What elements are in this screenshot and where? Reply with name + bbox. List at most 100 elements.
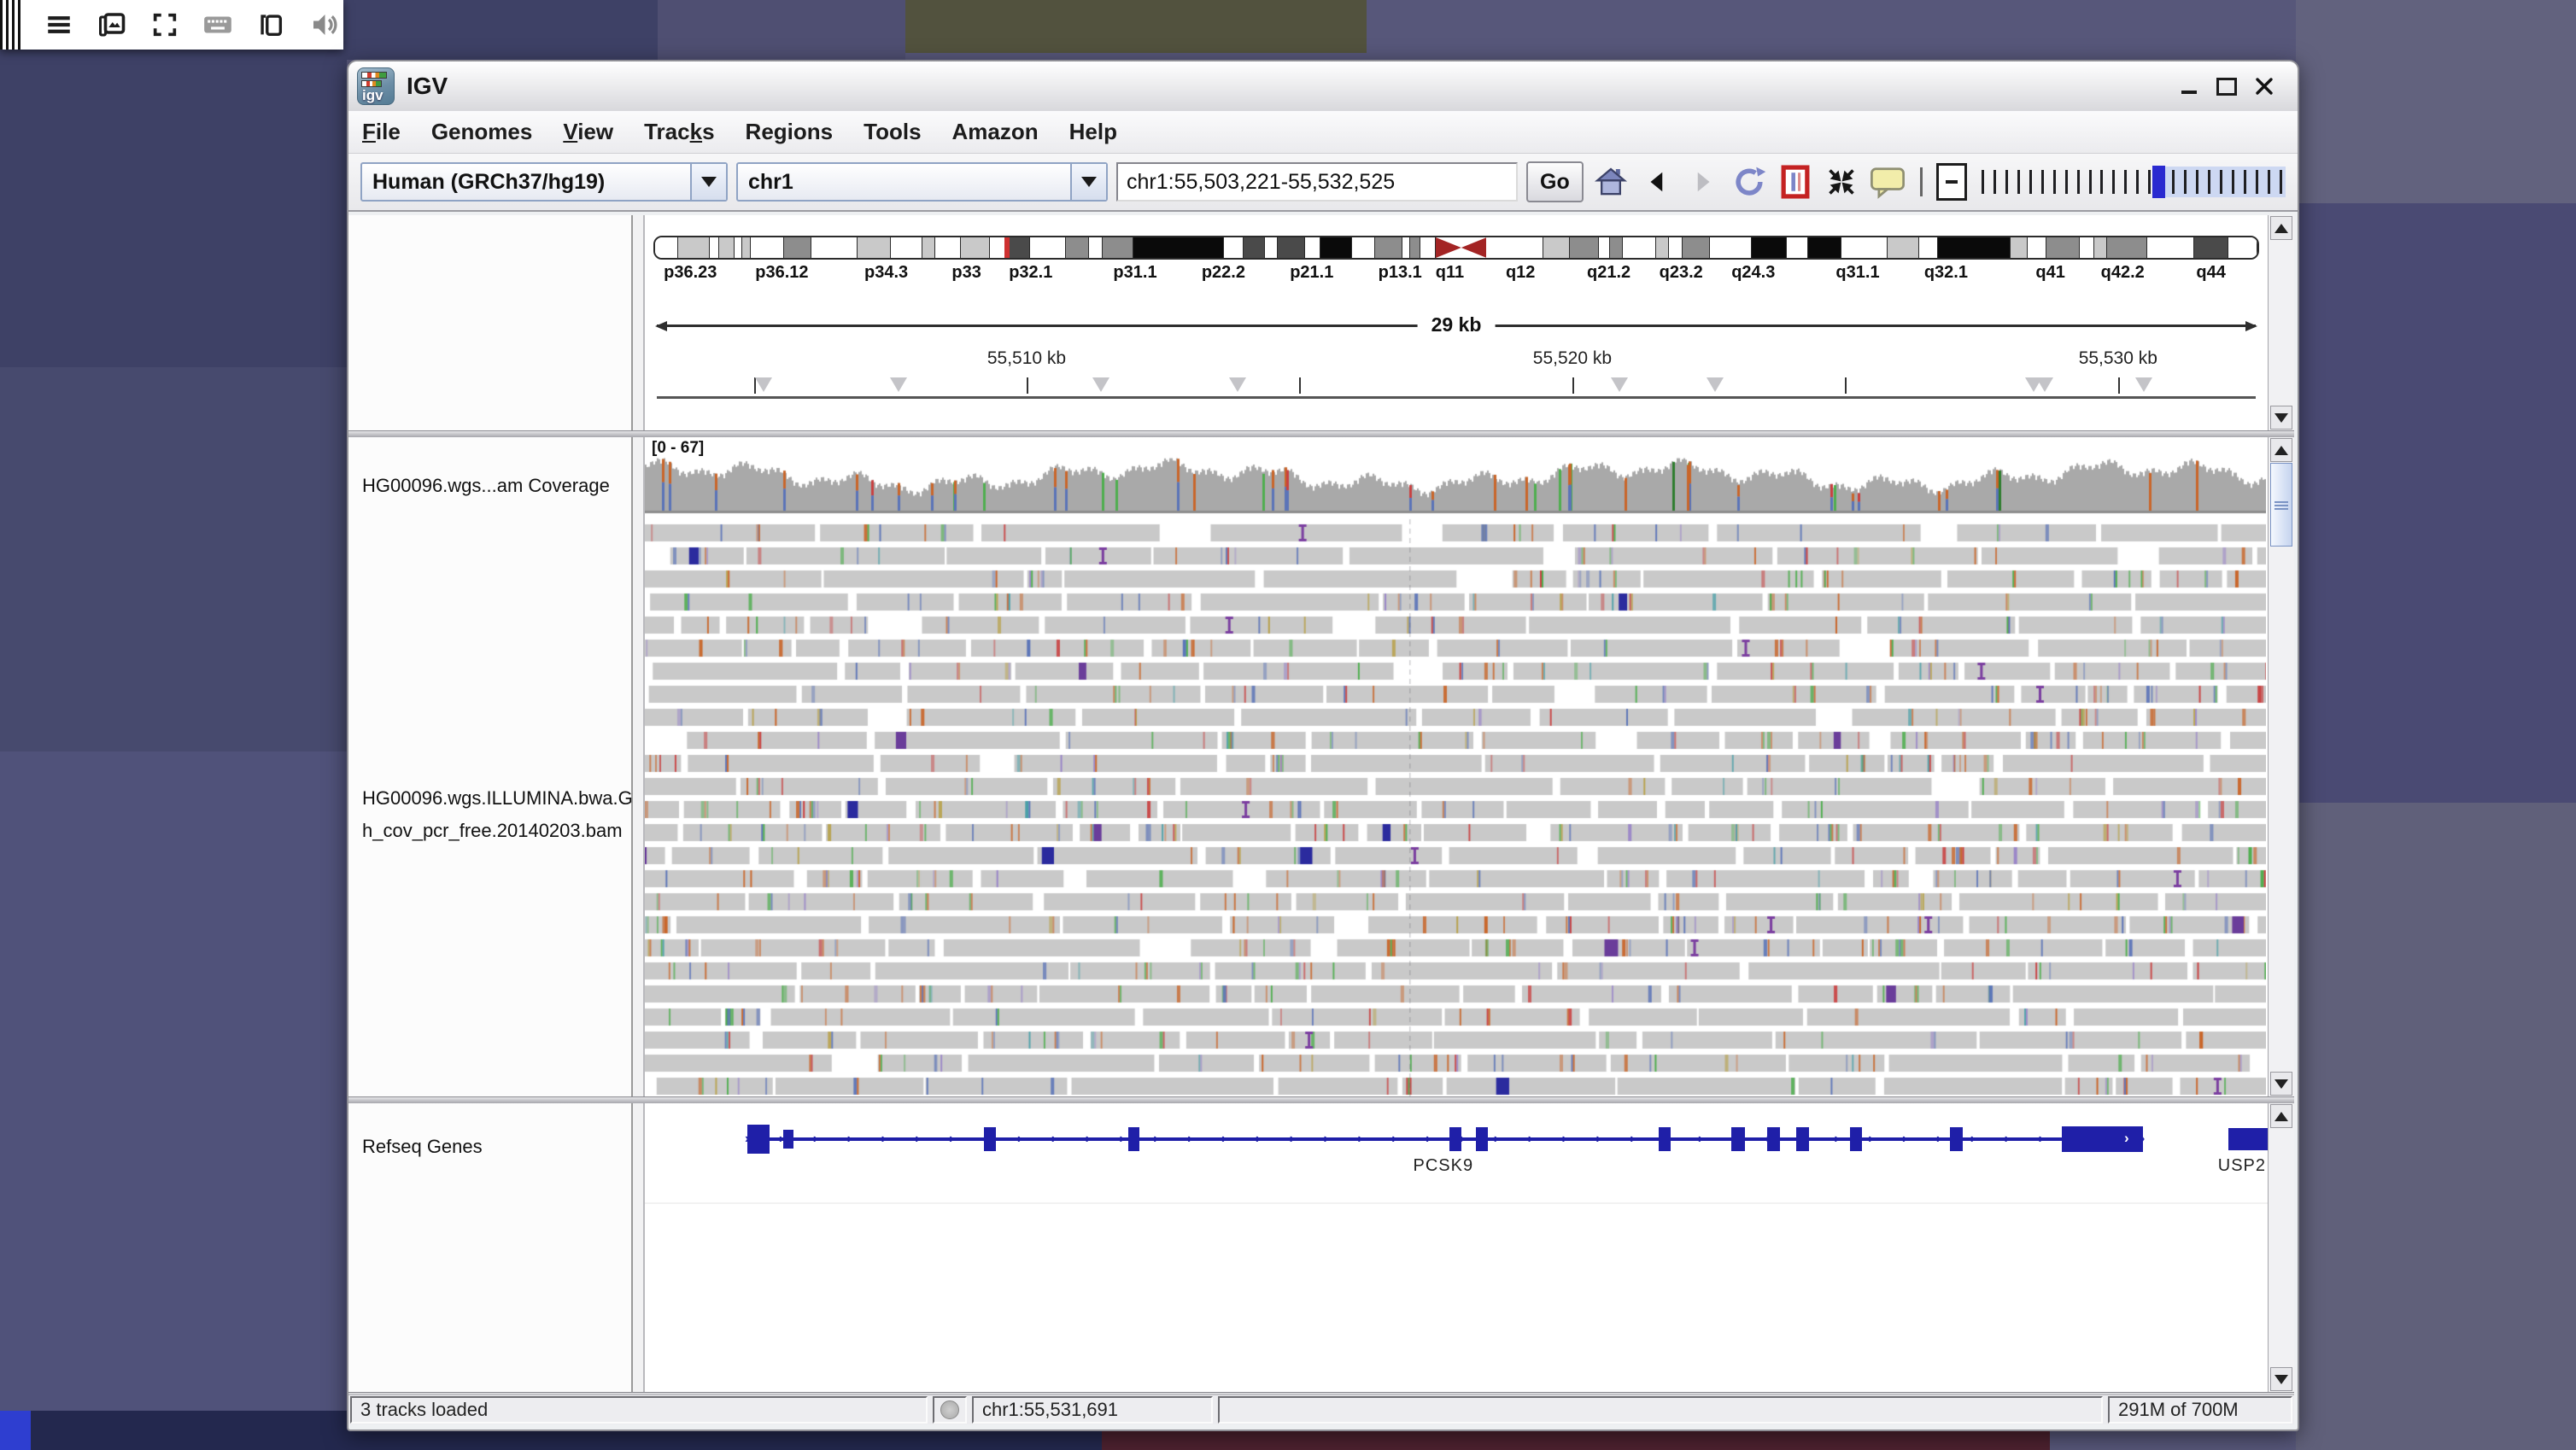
- gene-exon[interactable]: [1850, 1127, 1863, 1151]
- strand-arrow-icon: ›: [1834, 1131, 1838, 1147]
- locus-input[interactable]: [1116, 162, 1518, 202]
- gene-exon[interactable]: [783, 1130, 793, 1149]
- coverage-range-label: [0 - 67]: [652, 439, 704, 458]
- chromosome-ideogram[interactable]: [653, 236, 2259, 260]
- attribute-column: [633, 1103, 645, 1392]
- region-tool-icon[interactable]: [1777, 163, 1814, 201]
- gene-exon[interactable]: ›: [2062, 1126, 2143, 1152]
- toolbar-separator: [1920, 167, 1923, 196]
- ideogram-band: [1089, 237, 1102, 258]
- menu-item-tools[interactable]: Tools: [864, 119, 921, 145]
- ideogram-band: [1007, 237, 1030, 258]
- coverage-track-name[interactable]: HG00096.wgs...am Coverage: [362, 475, 610, 497]
- menu-item-file[interactable]: File: [362, 119, 401, 145]
- back-icon[interactable]: [1638, 163, 1676, 201]
- ideogram-band: [1710, 237, 1752, 258]
- band-label: p13.1: [1379, 263, 1422, 283]
- go-button[interactable]: Go: [1526, 161, 1584, 202]
- zoom-tick: [2100, 170, 2103, 194]
- gene-exon[interactable]: [984, 1127, 995, 1151]
- menu-item-regions[interactable]: Regions: [746, 119, 834, 145]
- alignment-panel: HG00096.wgs...am Coverage HG00096.wgs.IL…: [348, 437, 2294, 1096]
- region-marker-icon[interactable]: [1229, 377, 1246, 392]
- tooltip-popup-icon[interactable]: [1869, 163, 1906, 201]
- message-status: [1218, 1396, 2103, 1424]
- window-title: IGV: [407, 73, 448, 100]
- clone-window-icon[interactable]: [255, 9, 287, 41]
- scroll-up-icon[interactable]: [2270, 216, 2292, 240]
- region-marker-icon[interactable]: [2135, 377, 2152, 392]
- gene-exon[interactable]: [1449, 1127, 1462, 1151]
- minimize-icon[interactable]: [2175, 72, 2204, 101]
- gene-exon[interactable]: [1767, 1127, 1780, 1151]
- gene-exon[interactable]: [1476, 1127, 1489, 1151]
- menu-item-genomes[interactable]: Genomes: [431, 119, 533, 145]
- region-marker-icon[interactable]: [1611, 377, 1628, 392]
- band-label: q41: [2035, 263, 2064, 283]
- ruler-tick-label: 55,510 kb: [987, 348, 1066, 369]
- title-bar[interactable]: igv IGV: [348, 61, 2298, 112]
- chevron-down-icon[interactable]: [690, 164, 726, 200]
- region-marker-icon[interactable]: [1092, 377, 1109, 392]
- drag-grip-icon[interactable]: [0, 0, 22, 50]
- displays-icon[interactable]: [96, 9, 128, 41]
- strand-arrow-icon: ›: [1630, 1131, 1634, 1147]
- gene2-exon[interactable]: [2228, 1128, 2268, 1150]
- locus-panel-data[interactable]: p36.23p36.12p34.3p33p32.1p31.1p22.2p21.1…: [645, 215, 2268, 430]
- refresh-icon[interactable]: [1730, 163, 1768, 201]
- gene-exon[interactable]: [1659, 1127, 1671, 1151]
- scroll-down-icon[interactable]: [2270, 1072, 2292, 1096]
- gene-model[interactable]: ››››››››››››››››››››››››››››››››››››››››…: [645, 1103, 2268, 1392]
- keyboard-icon[interactable]: [202, 9, 234, 41]
- scrollbar-thumb[interactable]: [2270, 463, 2292, 547]
- ideogram-band: [1030, 237, 1066, 258]
- strand-arrow-icon: ›: [2124, 1130, 2129, 1147]
- zoom-tick: [2017, 170, 2020, 194]
- ruler-tick: [1299, 377, 1301, 394]
- close-icon[interactable]: [2250, 72, 2279, 101]
- gene-track-name[interactable]: Refseq Genes: [362, 1136, 483, 1158]
- gene-panel-scrollbar[interactable]: [2268, 1103, 2294, 1392]
- ideogram-band: [1410, 237, 1420, 258]
- fit-to-window-icon[interactable]: [1823, 163, 1860, 201]
- region-marker-icon[interactable]: [755, 377, 772, 392]
- gene-exon[interactable]: [1128, 1127, 1139, 1151]
- forward-icon[interactable]: [1684, 163, 1722, 201]
- alignment-canvas[interactable]: [645, 437, 2266, 1096]
- scroll-down-icon[interactable]: [2270, 406, 2292, 430]
- region-marker-icon[interactable]: [2036, 377, 2053, 392]
- gene-exon[interactable]: [1796, 1127, 1809, 1151]
- desktop-background-patch: [0, 751, 347, 1411]
- region-marker-icon[interactable]: [1707, 377, 1724, 392]
- menu-icon[interactable]: [43, 9, 75, 41]
- zoom-slider[interactable]: [1976, 164, 2286, 200]
- alignment-panel-scrollbar[interactable]: [2268, 437, 2294, 1096]
- volume-icon[interactable]: [307, 9, 340, 41]
- maximize-icon[interactable]: [2212, 72, 2241, 101]
- zoom-tick: [2208, 170, 2210, 194]
- menu-item-view[interactable]: View: [563, 119, 613, 145]
- scroll-down-icon[interactable]: [2270, 1367, 2292, 1391]
- zoom-tick: [1982, 170, 1984, 194]
- menu-item-help[interactable]: Help: [1069, 119, 1117, 145]
- ruler-tick: [2118, 377, 2120, 394]
- gene-exon[interactable]: [1731, 1127, 1745, 1151]
- home-icon[interactable]: [1592, 163, 1630, 201]
- scroll-up-icon[interactable]: [2270, 438, 2292, 462]
- chevron-down-icon[interactable]: [1070, 164, 1106, 200]
- zoom-slider-thumb[interactable]: [2152, 166, 2165, 198]
- scroll-up-icon[interactable]: [2270, 1104, 2292, 1128]
- chromosome-select[interactable]: chr1: [736, 162, 1108, 202]
- region-marker-icon[interactable]: [890, 377, 907, 392]
- genome-select[interactable]: Human (GRCh37/hg19): [360, 162, 728, 202]
- gene-exon[interactable]: [747, 1125, 770, 1154]
- menu-item-amazon[interactable]: Amazon: [952, 119, 1039, 145]
- gene-exon[interactable]: [1950, 1127, 1963, 1151]
- fullscreen-icon[interactable]: [149, 9, 181, 41]
- locus-panel-scrollbar[interactable]: [2268, 215, 2294, 430]
- ruler-tick-label: 55,530 kb: [2079, 348, 2157, 369]
- zoom-out-icon[interactable]: [1936, 163, 1967, 201]
- alignment-track-name[interactable]: HG00096.wgs.ILLUMINA.bwa.G h_cov_pcr_fre…: [362, 782, 633, 847]
- menu-item-tracks[interactable]: Tracks: [644, 119, 714, 145]
- zoom-tick: [2232, 170, 2234, 194]
